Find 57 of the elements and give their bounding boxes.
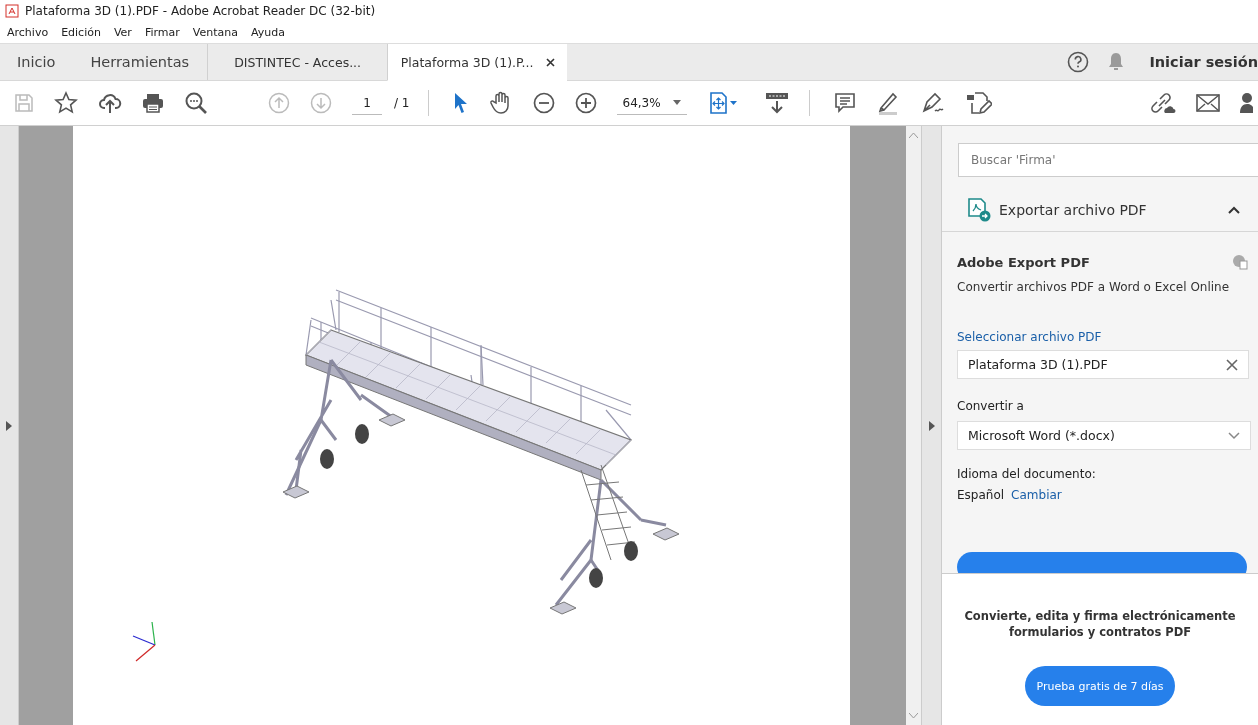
print-icon[interactable] <box>142 93 164 113</box>
file-name: Plataforma 3D (1).PDF <box>968 357 1108 372</box>
language-value: Español <box>957 488 1005 502</box>
axis-triad-drawing <box>132 621 156 662</box>
globe-document-icon <box>1232 254 1248 270</box>
promo-text: Convierte, edita y firma electrónicamente formularios y contratos PDF <box>963 608 1237 640</box>
page-total: / 1 <box>394 96 410 110</box>
star-icon[interactable] <box>54 91 78 115</box>
change-link[interactable]: Cambiar <box>1011 488 1062 502</box>
chevron-down-icon <box>1228 431 1240 440</box>
nav-tab[interactable]: Herramientas <box>73 44 208 80</box>
tab-label: Plataforma 3D (1).P... <box>400 54 534 70</box>
expand-left-icon[interactable] <box>6 420 12 431</box>
menu-item[interactable]: Archivo <box>7 26 49 39</box>
free-trial-button[interactable]: Prueba gratis de 7 días <box>1025 666 1175 706</box>
nav-tab[interactable]: Inicio <box>0 44 74 80</box>
format-dropdown[interactable]: Microsoft Word (*.docx) <box>957 421 1251 450</box>
zoom-dropdown[interactable]: 64,3% <box>616 91 687 115</box>
language-label: Idioma del documento: <box>957 467 1097 481</box>
comment-icon[interactable] <box>833 92 856 114</box>
fit-page-icon[interactable] <box>708 92 739 114</box>
add-person-icon[interactable] <box>1240 91 1256 115</box>
link-cloud-icon[interactable] <box>1150 91 1176 115</box>
edit-document-icon[interactable] <box>965 91 992 115</box>
menu-item[interactable]: Edición <box>61 26 101 39</box>
mail-icon[interactable] <box>1196 94 1220 112</box>
pdf-icon <box>5 4 19 18</box>
menu-item[interactable]: Ventana <box>192 26 238 39</box>
export-pdf-icon <box>967 198 991 222</box>
reading-mode-icon[interactable] <box>764 92 789 114</box>
zoom-in-icon[interactable] <box>574 92 597 114</box>
menu-item[interactable]: Ver <box>113 26 132 39</box>
select-cursor-icon[interactable] <box>452 92 469 114</box>
page-number-field[interactable]: 1 <box>352 91 382 115</box>
help-icon[interactable] <box>1067 51 1090 73</box>
zoom-search-icon[interactable] <box>184 91 208 115</box>
sign-in-link[interactable]: Iniciar sesión <box>1149 54 1258 70</box>
section-header[interactable]: Exportar archivo PDF <box>942 195 1258 232</box>
cloud-upload-icon[interactable] <box>98 92 122 114</box>
window-title: Plataforma 3D (1).PDF - Adobe Acrobat Reader DC (32-bit) <box>25 4 376 18</box>
menu-item[interactable]: Ayuda <box>250 26 285 39</box>
tab-label: DISTINTEC - Acces... <box>234 54 362 70</box>
panel-heading: Adobe Export PDF <box>957 254 1090 270</box>
select-file-link[interactable]: Seleccionar archivo PDF <box>957 330 1248 344</box>
file-field[interactable]: Plataforma 3D (1).PDF <box>957 350 1249 379</box>
menu-item[interactable]: Firmar <box>144 26 180 39</box>
panel-description: Convertir archivos PDF a Word o Excel Online <box>957 280 1231 294</box>
search-field[interactable]: Buscar 'Firma' <box>958 143 1258 177</box>
collapse-panel-icon[interactable] <box>928 420 935 431</box>
close-icon[interactable] <box>545 57 555 67</box>
section-title: Exportar archivo PDF <box>999 202 1148 218</box>
format-value: Microsoft Word (*.docx) <box>968 428 1115 443</box>
clear-icon[interactable] <box>1226 358 1238 371</box>
document-tab[interactable]: Plataforma 3D (1).P... <box>387 44 568 81</box>
zoom-out-icon[interactable] <box>532 92 555 114</box>
caret-icon <box>672 100 681 105</box>
convert-label: Convertir a <box>957 399 1025 413</box>
